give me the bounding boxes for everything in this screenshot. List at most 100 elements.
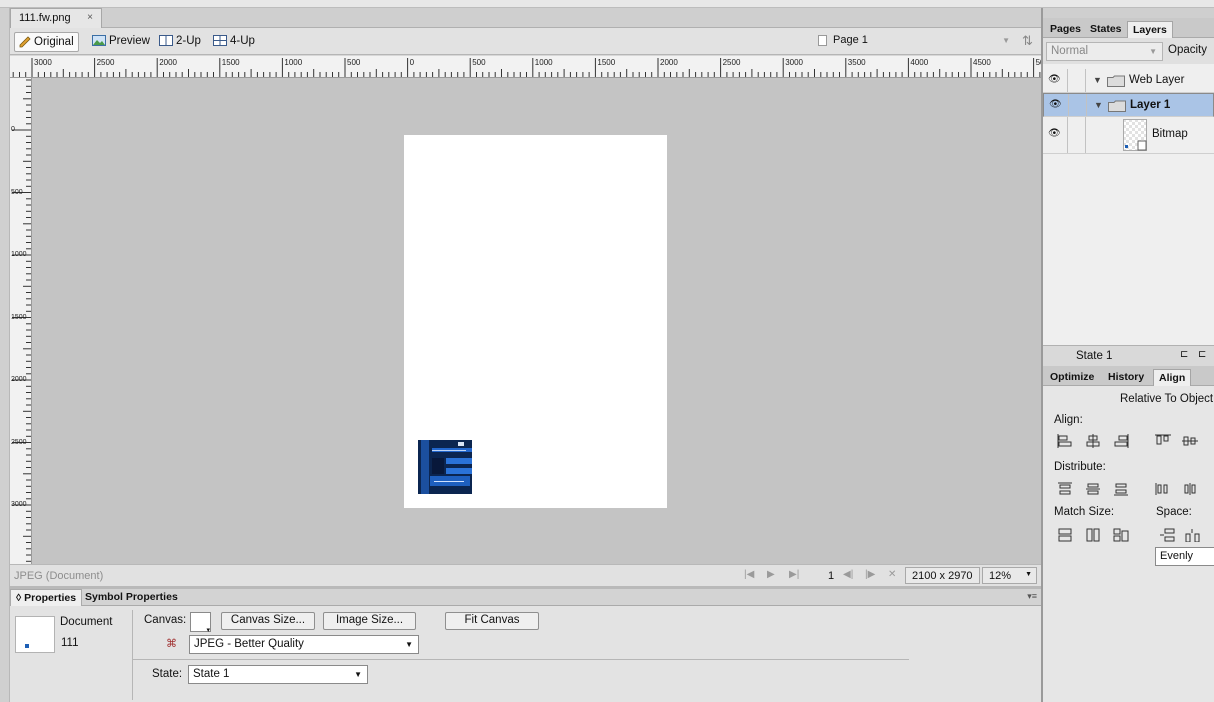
- ruler-label: 500: [472, 58, 486, 67]
- preview-label: Preview: [109, 35, 150, 47]
- space-horizontal-icon[interactable]: [1185, 528, 1201, 542]
- folder-icon: [1108, 100, 1126, 112]
- relative-to-object[interactable]: Relative To Object: [1120, 393, 1213, 405]
- optimize-icon: ⌘: [166, 638, 177, 650]
- ruler-label: 1000: [534, 58, 553, 67]
- close-icon[interactable]: ×: [87, 12, 93, 23]
- state-footer-label: State 1: [1076, 350, 1113, 362]
- new-sublayer-icon[interactable]: ⊏: [1198, 349, 1206, 360]
- document-type-label: Document: [60, 616, 113, 628]
- distribute-top-icon[interactable]: [1057, 482, 1073, 496]
- tab-pages[interactable]: Pages: [1045, 21, 1086, 38]
- layer-row-web-layer[interactable]: 👁 ▼ Web Layer: [1043, 69, 1214, 93]
- document-tab-bar: [10, 8, 1041, 28]
- ruler-label: 1000: [284, 58, 303, 67]
- four-up-icon: [213, 35, 227, 47]
- previous-frame-icon[interactable]: ◀|: [843, 569, 853, 580]
- document-tab[interactable]: 111.fw.png ×: [10, 8, 102, 28]
- two-up-view-button[interactable]: 2-Up: [155, 32, 205, 52]
- upload-icon[interactable]: ⇅: [1022, 33, 1040, 51]
- lock-cell[interactable]: [1068, 94, 1087, 116]
- ruler-label: 2000: [11, 376, 27, 383]
- first-frame-icon[interactable]: |◀: [744, 569, 754, 580]
- tab-symbol-properties[interactable]: Symbol Properties: [80, 589, 183, 606]
- distribute-left-icon[interactable]: [1155, 482, 1171, 496]
- lock-cell[interactable]: [1067, 69, 1086, 92]
- space-label: Space:: [1156, 506, 1192, 518]
- align-right-icon[interactable]: [1113, 434, 1129, 448]
- document-name: 111: [61, 637, 79, 649]
- preview-view-button[interactable]: Preview: [88, 32, 154, 52]
- view-toolbar: Original Preview 2-Up 4-Up Page 1 ▼ ⇅: [10, 28, 1041, 55]
- ruler-label: 1000: [11, 251, 27, 258]
- properties-divider: [132, 659, 909, 660]
- align-center-v-icon[interactable]: [1182, 434, 1198, 448]
- tab-properties[interactable]: ◊ Properties: [10, 589, 83, 606]
- layer-name: Bitmap: [1152, 128, 1188, 140]
- tab-states[interactable]: States: [1085, 21, 1127, 38]
- match-width-icon[interactable]: [1057, 528, 1073, 542]
- tab-symbol-properties-label: Symbol Properties: [85, 591, 178, 603]
- panel-menu-icon[interactable]: ▾≡: [1027, 591, 1037, 602]
- match-height-icon[interactable]: [1085, 528, 1101, 542]
- eye-icon[interactable]: 👁: [1048, 128, 1061, 139]
- optimize-select[interactable]: JPEG - Better Quality ▼: [189, 635, 419, 654]
- canvas-color-swatch[interactable]: [190, 612, 211, 634]
- play-icon[interactable]: ▶: [767, 569, 775, 580]
- ruler-label: 1500: [221, 58, 240, 67]
- page-selector[interactable]: Page 1 ▼: [818, 34, 1018, 50]
- align-left-icon[interactable]: [1057, 434, 1073, 448]
- status-bar: JPEG (Document) |◀ ▶ ▶| 1 ◀| |▶ ✕ 2100 x…: [10, 564, 1041, 586]
- stop-icon[interactable]: ✕: [888, 569, 896, 580]
- last-frame-icon[interactable]: ▶|: [789, 569, 799, 580]
- blend-mode-value: Normal: [1051, 45, 1089, 57]
- space-select[interactable]: Evenly: [1155, 547, 1214, 566]
- zoom-selector[interactable]: 12% ▼: [982, 567, 1037, 584]
- vertical-ruler[interactable]: 0 500 1000 1500 2000 2500 3000: [10, 78, 32, 564]
- chevron-down-icon: ▼: [1149, 47, 1157, 56]
- chevron-down-icon: ▼: [405, 640, 413, 649]
- layers-panel-tabs: Pages States Layers: [1043, 18, 1214, 38]
- eye-icon[interactable]: 👁: [1048, 74, 1061, 85]
- tab-optimize[interactable]: Optimize: [1045, 369, 1099, 386]
- match-both-icon[interactable]: [1113, 528, 1129, 542]
- align-top-icon[interactable]: [1155, 434, 1171, 448]
- new-layer-icon[interactable]: ⊏: [1180, 349, 1188, 360]
- distribute-bottom-icon[interactable]: [1113, 482, 1129, 496]
- chevron-down-icon: ▼: [1025, 571, 1032, 578]
- fit-canvas-button[interactable]: Fit Canvas: [445, 612, 539, 630]
- tab-history[interactable]: History: [1103, 369, 1149, 386]
- ruler-label: 0: [11, 126, 15, 133]
- horizontal-ruler[interactable]: 3000 2500 2000 1500 1000 500 0 500 1000 1500 2000 2…: [10, 56, 1041, 78]
- lock-cell[interactable]: [1067, 117, 1086, 153]
- document-thumbnail: [15, 616, 55, 653]
- two-up-label: 2-Up: [176, 35, 201, 47]
- bitmap-thumbnail-icon: [1123, 119, 1147, 151]
- next-frame-icon[interactable]: |▶: [865, 569, 875, 580]
- blend-mode-select[interactable]: Normal ▼: [1046, 42, 1163, 61]
- layer-row-layer-1[interactable]: 👁 ▼ Layer 1: [1043, 93, 1214, 117]
- align-center-h-icon[interactable]: [1085, 434, 1101, 448]
- image-size-button[interactable]: Image Size...: [323, 612, 416, 630]
- tab-layers[interactable]: Layers: [1127, 21, 1173, 38]
- ruler-label: 3000: [785, 58, 803, 67]
- align-label: Align:: [1054, 414, 1083, 426]
- tab-align[interactable]: Align: [1153, 369, 1192, 386]
- eye-icon[interactable]: 👁: [1049, 99, 1062, 110]
- ruler-label: 3500: [847, 58, 866, 67]
- original-view-button[interactable]: Original: [14, 32, 79, 52]
- collapse-triangle-icon[interactable]: ▼: [1093, 75, 1102, 85]
- space-vertical-icon[interactable]: [1159, 528, 1175, 542]
- canvas-size-button[interactable]: Canvas Size...: [221, 612, 315, 630]
- bitmap-image[interactable]: [418, 440, 472, 494]
- collapse-triangle-icon[interactable]: ▼: [1094, 100, 1103, 110]
- ruler-label: 3000: [34, 58, 52, 67]
- state-footer: State 1 ⊏ ⊏: [1043, 345, 1214, 366]
- two-up-icon: [159, 35, 173, 47]
- distribute-center-icon[interactable]: [1085, 482, 1101, 496]
- four-up-view-button[interactable]: 4-Up: [209, 32, 259, 52]
- state-select[interactable]: State 1 ▼: [188, 665, 368, 684]
- ruler-label: 2000: [660, 58, 678, 67]
- distribute-hcenter-icon[interactable]: [1182, 482, 1198, 496]
- layer-row-bitmap[interactable]: 👁 Bitmap: [1043, 117, 1214, 154]
